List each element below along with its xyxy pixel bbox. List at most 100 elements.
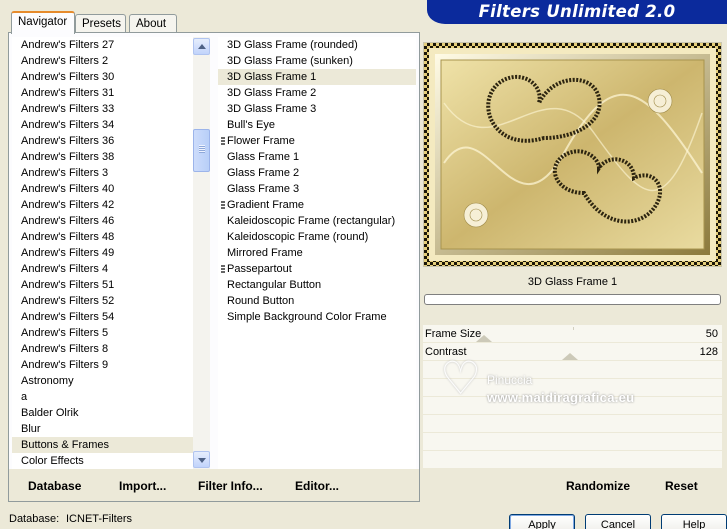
- list-item[interactable]: Andrew's Filters 3: [12, 165, 193, 181]
- randomize-button[interactable]: Randomize: [566, 479, 630, 493]
- list-item[interactable]: Andrew's Filters 27: [12, 37, 193, 53]
- list-item[interactable]: Andrew's Filters 33: [12, 101, 193, 117]
- preview-actions: Randomize Reset: [423, 469, 722, 501]
- preview-image: [424, 43, 721, 266]
- list-item[interactable]: 3D Glass Frame 1: [218, 69, 416, 85]
- list-item[interactable]: Andrew's Filters 42: [12, 197, 193, 213]
- list-item[interactable]: Andrew's Filters 2: [12, 53, 193, 69]
- list-item[interactable]: Mirrored Frame: [218, 245, 416, 261]
- list-item[interactable]: Kaleidoscopic Frame (round): [218, 229, 416, 245]
- list-item-label: 3D Glass Frame (sunken): [227, 55, 353, 67]
- list-item[interactable]: Blur: [12, 421, 193, 437]
- list-item[interactable]: Andrew's Filters 34: [12, 117, 193, 133]
- list-item[interactable]: Bull's Eye: [218, 117, 416, 133]
- category-list[interactable]: Andrew's Filters 27 Andrew's Filters 2 And…: [12, 37, 193, 469]
- list-item[interactable]: Andrew's Filters 54: [12, 309, 193, 325]
- list-item[interactable]: Kaleidoscopic Frame (rectangular): [218, 213, 416, 229]
- filter-list[interactable]: 3D Glass Frame (rounded) 3D Glass Frame (…: [218, 37, 416, 469]
- list-item-label: Glass Frame 1: [227, 151, 300, 163]
- import-button[interactable]: Import...: [119, 479, 166, 493]
- param-frame-size[interactable]: Frame Size 50: [425, 326, 720, 342]
- list-item[interactable]: a: [12, 389, 193, 405]
- tab-navigator[interactable]: Navigator: [11, 11, 75, 34]
- list-item-label: Round Button: [227, 295, 295, 307]
- list-item[interactable]: Andrew's Filters 40: [12, 181, 193, 197]
- navigator-actions: Database Import... Filter Info... Editor…: [9, 469, 419, 501]
- list-item-label: Passepartout: [227, 263, 292, 275]
- slider-thumb[interactable]: [561, 353, 578, 360]
- scroll-thumb[interactable]: [193, 129, 210, 172]
- list-item[interactable]: Glass Frame 2: [218, 165, 416, 181]
- list-item[interactable]: Andrew's Filters 51: [12, 277, 193, 293]
- list-item-label: Gradient Frame: [227, 199, 305, 211]
- list-item[interactable]: 3D Glass Frame (sunken): [218, 53, 416, 69]
- grip-icon: [199, 145, 205, 153]
- list-item-label: Kaleidoscopic Frame (rectangular): [227, 215, 396, 227]
- list-item[interactable]: Andrew's Filters 5: [12, 325, 193, 341]
- cancel-button[interactable]: Cancel: [585, 514, 651, 529]
- filter-info-button[interactable]: Filter Info...: [198, 479, 263, 493]
- list-item[interactable]: Andrew's Filters 9: [12, 357, 193, 373]
- list-item[interactable]: Andrew's Filters 38: [12, 149, 193, 165]
- list-item[interactable]: Andrew's Filters 30: [12, 69, 193, 85]
- list-item-label: Mirrored Frame: [227, 247, 303, 259]
- list-item[interactable]: Rectangular Button: [218, 277, 416, 293]
- editor-button[interactable]: Editor...: [295, 479, 339, 493]
- list-item[interactable]: Andrew's Filters 49: [12, 245, 193, 261]
- status-database-value: ICNET-Filters: [66, 513, 132, 525]
- apply-button[interactable]: Apply: [509, 514, 575, 529]
- category-scrollbar[interactable]: [193, 37, 210, 469]
- list-item[interactable]: Andrew's Filters 36: [12, 133, 193, 149]
- app-brand-title: Filters Unlimited 2.0: [427, 0, 727, 24]
- parameter-sliders: Frame Size 50 Contrast 128: [423, 325, 722, 469]
- list-item[interactable]: Andrew's Filters 48: [12, 229, 193, 245]
- list-item-label: 3D Glass Frame 2: [227, 87, 317, 99]
- status-database-label: Database:: [9, 513, 60, 525]
- list-item[interactable]: Andrew's Filters 52: [12, 293, 193, 309]
- group-marker-icon: [221, 137, 225, 146]
- list-item-label: Glass Frame 2: [227, 167, 300, 179]
- database-button[interactable]: Database: [28, 479, 81, 493]
- group-marker-icon: [221, 201, 225, 210]
- list-item[interactable]: Gradient Frame: [218, 197, 416, 213]
- tab-presets[interactable]: Presets: [75, 14, 126, 33]
- list-item[interactable]: Glass Frame 3: [218, 181, 416, 197]
- list-item-label: 3D Glass Frame (rounded): [227, 39, 358, 51]
- list-item[interactable]: Astronomy: [12, 373, 193, 389]
- slider-thumb[interactable]: [475, 335, 492, 342]
- param-label: Frame Size: [425, 328, 482, 340]
- list-item-label: 3D Glass Frame 1: [227, 71, 317, 83]
- list-item[interactable]: Color Effects: [12, 453, 193, 469]
- list-item[interactable]: Andrew's Filters 31: [12, 85, 193, 101]
- group-marker-icon: [221, 265, 225, 274]
- list-item[interactable]: Andrew's Filters 4: [12, 261, 193, 277]
- help-button[interactable]: Help: [661, 514, 727, 529]
- arrow-up-icon: [198, 44, 206, 49]
- list-item[interactable]: Passepartout: [218, 261, 416, 277]
- list-item[interactable]: 3D Glass Frame (rounded): [218, 37, 416, 53]
- scroll-down-button[interactable]: [193, 451, 210, 468]
- list-item[interactable]: Simple Background Color Frame: [218, 309, 416, 325]
- list-item[interactable]: Round Button: [218, 293, 416, 309]
- list-item[interactable]: Andrew's Filters 46: [12, 213, 193, 229]
- list-item[interactable]: Balder Olrik: [12, 405, 193, 421]
- slider-tick: [573, 327, 574, 330]
- list-item[interactable]: 3D Glass Frame 2: [218, 85, 416, 101]
- list-item[interactable]: Buttons & Frames: [12, 437, 193, 453]
- list-item[interactable]: Flower Frame: [218, 133, 416, 149]
- arrow-down-icon: [198, 458, 206, 463]
- param-label: Contrast: [425, 346, 467, 358]
- list-item-label: Kaleidoscopic Frame (round): [227, 231, 369, 243]
- status-database: Database: ICNET-Filters: [9, 513, 132, 525]
- list-item[interactable]: 3D Glass Frame 3: [218, 101, 416, 117]
- list-item-label: Bull's Eye: [227, 119, 275, 131]
- tab-about[interactable]: About: [129, 14, 177, 33]
- scroll-up-button[interactable]: [193, 38, 210, 55]
- list-item-label: Simple Background Color Frame: [227, 311, 387, 323]
- list-item[interactable]: Glass Frame 1: [218, 149, 416, 165]
- param-contrast[interactable]: Contrast 128: [425, 344, 720, 360]
- preview-progress-bar: [424, 294, 721, 305]
- reset-button[interactable]: Reset: [665, 479, 698, 493]
- preview-filter-name: 3D Glass Frame 1: [423, 271, 722, 293]
- list-item[interactable]: Andrew's Filters 8: [12, 341, 193, 357]
